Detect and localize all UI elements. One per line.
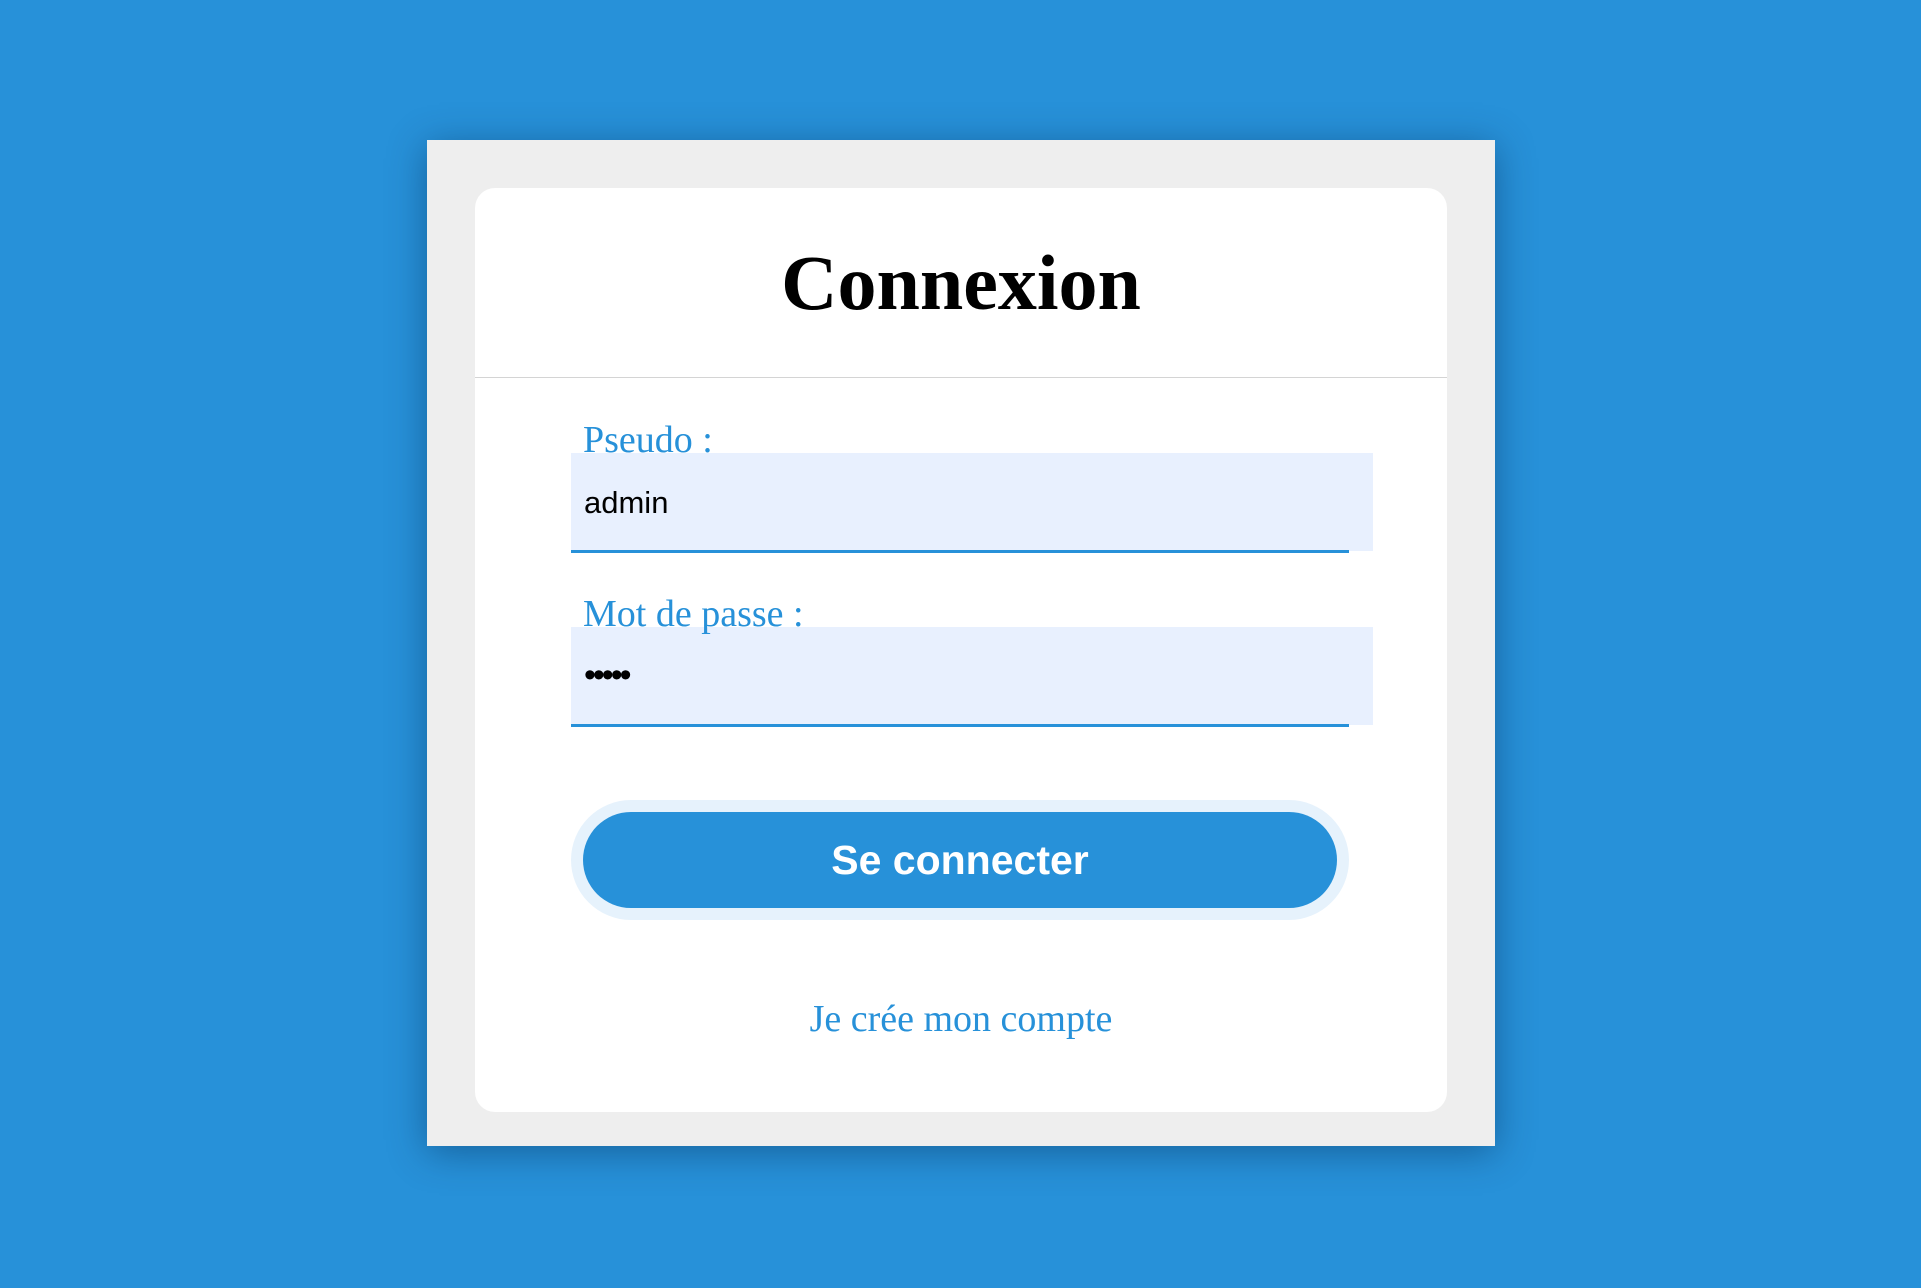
submit-button-focus-ring: Se connecter	[571, 800, 1349, 920]
page-title: Connexion	[781, 238, 1141, 326]
password-label: Mot de passe :	[583, 593, 804, 635]
username-input[interactable]	[571, 453, 1373, 551]
login-card: Connexion Pseudo : admin Mot de passe : …	[475, 188, 1447, 1112]
password-input-underline	[571, 724, 1349, 727]
username-label: Pseudo :	[583, 419, 713, 461]
create-account-link[interactable]: Je crée mon compte	[475, 1000, 1447, 1038]
card-header: Connexion	[475, 188, 1447, 378]
submit-button[interactable]: Se connecter	[583, 812, 1337, 908]
password-value[interactable]: •••••	[584, 658, 632, 692]
login-frame: Connexion Pseudo : admin Mot de passe : …	[427, 140, 1495, 1146]
page-background: Connexion Pseudo : admin Mot de passe : …	[0, 0, 1921, 1288]
username-input-underline	[571, 550, 1349, 553]
username-value[interactable]: admin	[584, 487, 668, 518]
password-input[interactable]	[571, 627, 1373, 725]
